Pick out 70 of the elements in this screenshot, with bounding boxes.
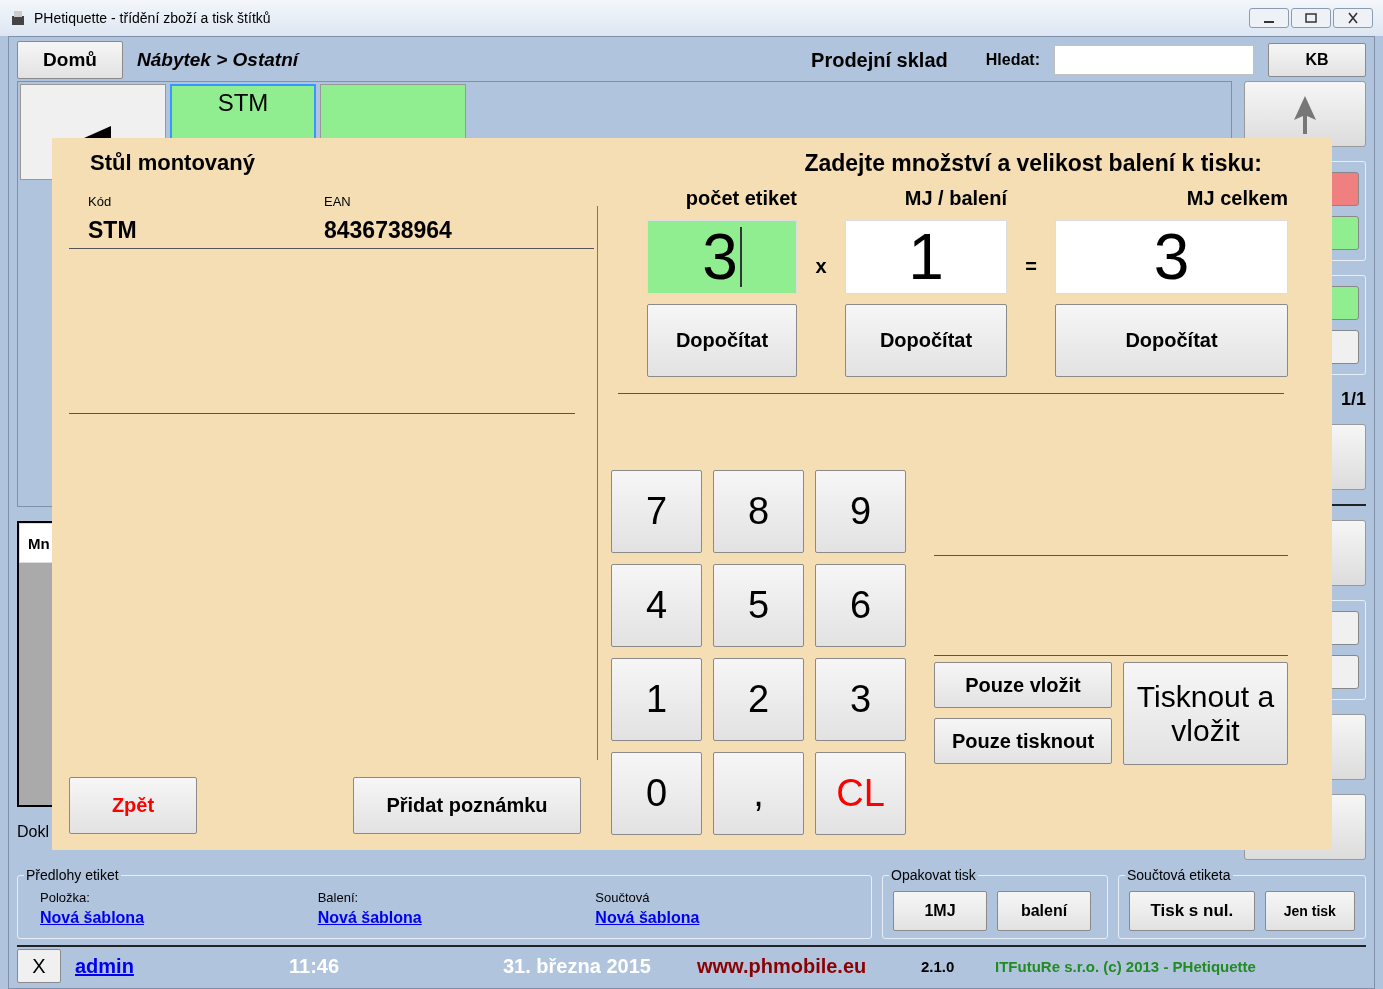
maximize-button[interactable] [1291,8,1331,28]
search-label: Hledat: [985,51,1040,69]
keypad-key[interactable]: 4 [611,564,702,647]
minimize-icon [1264,21,1274,23]
calculate-button[interactable]: Dopočítat [1055,304,1288,377]
website-text: www.phmobile.eu [697,954,868,978]
window-title: PHetiquette - třídění zboží a tisk štítků [34,10,272,26]
template-link[interactable]: Nová šablona [595,909,861,927]
operator-sign: = [1024,255,1038,279]
print-button[interactable]: Jen tisk [1264,891,1355,931]
template-label: Balení: [317,890,360,905]
exit-button[interactable]: X [17,949,61,983]
tile-code: STM [217,90,269,116]
template-label: Součtová [595,890,651,905]
print-button[interactable]: Tisk s nul. [1129,891,1255,931]
keypad-key[interactable]: 7 [611,470,702,553]
document-label: Dokl [17,823,50,841]
search-field[interactable] [1054,45,1254,75]
up-arrow-button[interactable] [1244,81,1366,147]
group-label: Součtová etiketa [1125,867,1233,883]
keypad-key[interactable]: 2 [713,658,804,741]
field-label: MJ / balení [903,187,1007,210]
group-label: Opakovat tisk [889,867,978,883]
code-label: Kód [88,194,113,209]
quantity-field[interactable]: 3 [647,220,797,294]
dialog-prompt: Zadejte množství a velikost balení k tisku: [803,150,1262,177]
operator-sign: x [814,255,828,279]
home-button[interactable]: Domů [17,41,123,79]
keypad-key[interactable]: 8 [713,470,804,553]
field-label: MJ celkem [1185,187,1288,210]
calculate-button[interactable]: Dopočítat [845,304,1007,377]
add-note-button[interactable]: Přidat poznámku [353,777,581,834]
keypad-key[interactable]: 0 [611,752,702,835]
ean-value: 8436738964 [324,217,453,244]
quantity-field[interactable]: 3 [1055,220,1288,294]
version-text: 2.1.0 [921,957,956,975]
keypad-key[interactable]: 3 [815,658,906,741]
minimize-button[interactable] [1249,8,1289,28]
group-label: Předlohy etiket [24,867,121,883]
store-name: Prodejní sklad [811,48,948,72]
maximize-icon [1304,12,1318,24]
user-link[interactable]: admin [75,954,275,978]
repeat-print-button[interactable]: 1MJ [893,891,987,931]
print-and-insert-button[interactable]: Tisknout a vložit [1123,662,1288,765]
page-indicator: 1/1 [1339,389,1366,410]
clock-text: 11:46 [289,954,341,978]
print-only-button[interactable]: Pouze tisknout [934,718,1112,764]
copyright-text: ITFutuRe s.r.o. (c) 2013 - PHetiquette [995,957,1256,975]
template-link[interactable]: Nová šablona [40,909,306,927]
close-button[interactable] [1333,8,1373,28]
ean-label: EAN [324,194,352,209]
quantity-field[interactable]: 1 [845,220,1007,294]
keypad-key[interactable]: 5 [713,564,804,647]
keyboard-button[interactable]: KB [1268,43,1366,77]
breadcrumb: Nábytek > Ostatní [137,49,301,71]
repeat-print-button[interactable]: balení [997,891,1091,931]
template-link[interactable]: Nová šablona [317,909,584,927]
up-arrow-icon [1292,94,1318,134]
keypad-key[interactable]: , [713,752,804,835]
field-label: počet etiket [684,187,797,210]
keypad-key[interactable]: 1 [611,658,702,741]
date-text: 31. března 2015 [503,954,652,978]
keypad-key[interactable]: 9 [815,470,906,553]
app-icon [10,10,26,26]
template-label: Položka: [40,890,91,905]
keypad-key[interactable]: 6 [815,564,906,647]
calculate-button[interactable]: Dopočítat [647,304,797,377]
insert-only-button[interactable]: Pouze vložit [934,662,1112,708]
close-icon [1346,12,1360,24]
code-value: STM [88,217,138,244]
